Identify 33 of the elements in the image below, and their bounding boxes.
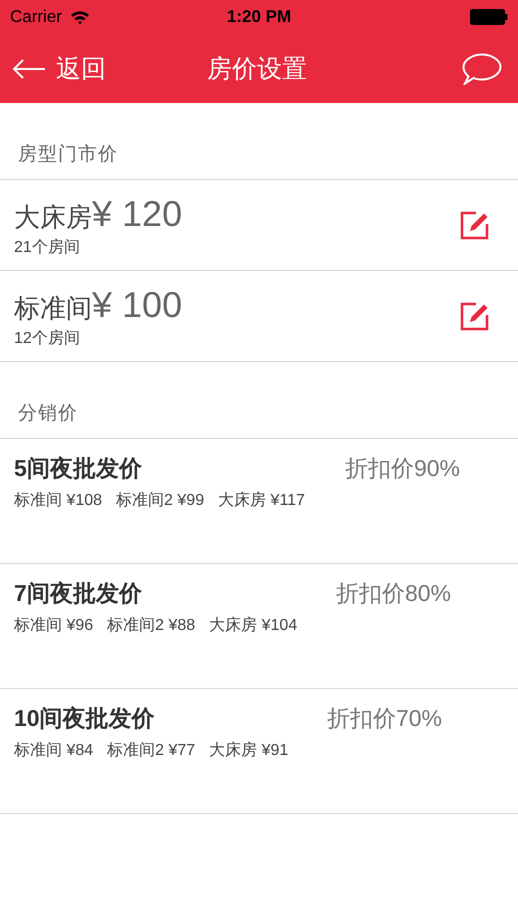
- room-count: 12个房间: [14, 328, 81, 348]
- room-price: 标准间2 ¥77: [107, 741, 196, 761]
- room-price: 大床房 ¥91: [209, 740, 288, 761]
- room-type-name: 大床房: [14, 200, 92, 234]
- room-price: 标准间 ¥84: [14, 741, 94, 761]
- room-price: ¥ 120: [92, 192, 182, 234]
- tier-title: 5间夜批发价: [14, 454, 142, 483]
- carrier-name: Carrier: [10, 7, 62, 27]
- tier-title: 7间夜批发价: [14, 579, 142, 608]
- room-price: 大床房 ¥104: [209, 616, 298, 636]
- room-count: 21个房间: [14, 238, 81, 258]
- discount-rate: 折扣价90%: [344, 454, 460, 483]
- wifi-icon: [70, 10, 90, 24]
- section-header: 房型门市价: [0, 103, 518, 180]
- back-button[interactable]: 返回: [12, 52, 106, 85]
- discount-rate: 折扣价80%: [336, 579, 451, 608]
- section-header: 分销价: [0, 362, 518, 439]
- room-type-name: 标准间: [14, 292, 92, 324]
- room-price: ¥ 100: [92, 284, 182, 326]
- status-time: 1:20 PM: [226, 7, 292, 27]
- room-price: 大床房 ¥117: [218, 490, 305, 511]
- chat-bubble-icon[interactable]: [462, 52, 502, 84]
- room-price: 标准间 ¥96: [14, 616, 94, 636]
- room-price: 标准间 ¥108: [14, 491, 102, 511]
- tier-title: 10间夜批发价: [14, 704, 155, 733]
- room-price: 标准间2 ¥88: [107, 616, 196, 636]
- edit-button[interactable]: [460, 301, 490, 331]
- discount-rate: 折扣价70%: [326, 704, 442, 733]
- edit-button[interactable]: [460, 210, 490, 240]
- room-price: 标准间2 ¥99: [116, 491, 204, 511]
- battery-icon: [470, 9, 508, 25]
- page-title: 房价设置: [207, 54, 307, 85]
- back-arrow-icon: [12, 58, 46, 78]
